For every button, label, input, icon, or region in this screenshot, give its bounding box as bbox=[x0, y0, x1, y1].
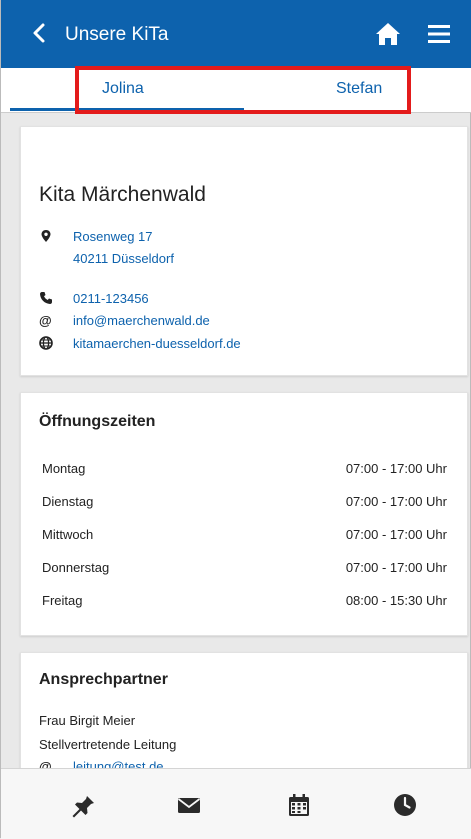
content-scroll[interactable]: Kita Märchenwald Rosenweg 17 40211 Düsse… bbox=[1, 112, 471, 768]
bottom-navigation bbox=[1, 768, 471, 839]
hours-day: Donnerstag bbox=[42, 560, 110, 575]
hours-day: Freitag bbox=[42, 593, 83, 608]
address-city[interactable]: 40211 Düsseldorf bbox=[73, 251, 174, 266]
opening-hours-heading: Öffnungszeiten bbox=[39, 413, 156, 430]
contact-heading: Ansprechpartner bbox=[39, 671, 168, 688]
calendar-icon[interactable] bbox=[285, 791, 313, 819]
opening-hours-card: Öffnungszeiten Montag 07:00 - 17:00 Uhr … bbox=[20, 392, 468, 636]
hours-day: Mittwoch bbox=[42, 527, 94, 542]
address-street[interactable]: Rosenweg 17 bbox=[73, 229, 153, 244]
app-bar: Unsere KiTa bbox=[1, 0, 471, 68]
hours-time: 08:00 - 15:30 Uhr bbox=[345, 593, 447, 608]
contact-email-link[interactable]: leitung@test.de bbox=[73, 759, 164, 768]
map-marker-icon bbox=[41, 230, 51, 242]
pin-icon[interactable] bbox=[69, 791, 97, 819]
highlight-box bbox=[75, 66, 411, 114]
website-link[interactable]: kitamaerchen-duesseldorf.de bbox=[73, 336, 241, 351]
globe-icon bbox=[39, 336, 53, 350]
hours-day: Dienstag bbox=[42, 494, 94, 509]
phone-link[interactable]: 0211-123456 bbox=[73, 291, 149, 306]
hours-time: 07:00 - 17:00 Uhr bbox=[345, 527, 447, 542]
hours-day: Montag bbox=[42, 461, 86, 476]
hours-time: 07:00 - 17:00 Uhr bbox=[345, 461, 447, 476]
back-icon[interactable] bbox=[29, 22, 51, 44]
hamburger-menu-icon[interactable] bbox=[427, 24, 451, 44]
contact-role: Stellvertretende Leitung bbox=[39, 737, 177, 752]
at-icon: @ bbox=[39, 759, 52, 768]
email-link[interactable]: info@maerchenwald.de bbox=[73, 313, 210, 328]
hours-time: 07:00 - 17:00 Uhr bbox=[345, 494, 447, 509]
envelope-icon[interactable] bbox=[175, 791, 203, 819]
kita-info-card: Kita Märchenwald Rosenweg 17 40211 Düsse… bbox=[20, 126, 468, 376]
contact-person-card: Ansprechpartner Frau Birgit Meier Stellv… bbox=[20, 652, 468, 768]
app-screen: Unsere KiTa Jolina Stefan Kita Märchenwa… bbox=[0, 0, 471, 839]
at-icon: @ bbox=[39, 313, 52, 328]
hours-time: 07:00 - 17:00 Uhr bbox=[345, 560, 447, 575]
home-icon[interactable] bbox=[375, 22, 401, 46]
phone-icon bbox=[40, 292, 52, 304]
kita-name: Kita Märchenwald bbox=[39, 183, 206, 206]
page-title: Unsere KiTa bbox=[65, 24, 169, 45]
clock-icon[interactable] bbox=[391, 791, 419, 819]
contact-name: Frau Birgit Meier bbox=[39, 713, 136, 728]
